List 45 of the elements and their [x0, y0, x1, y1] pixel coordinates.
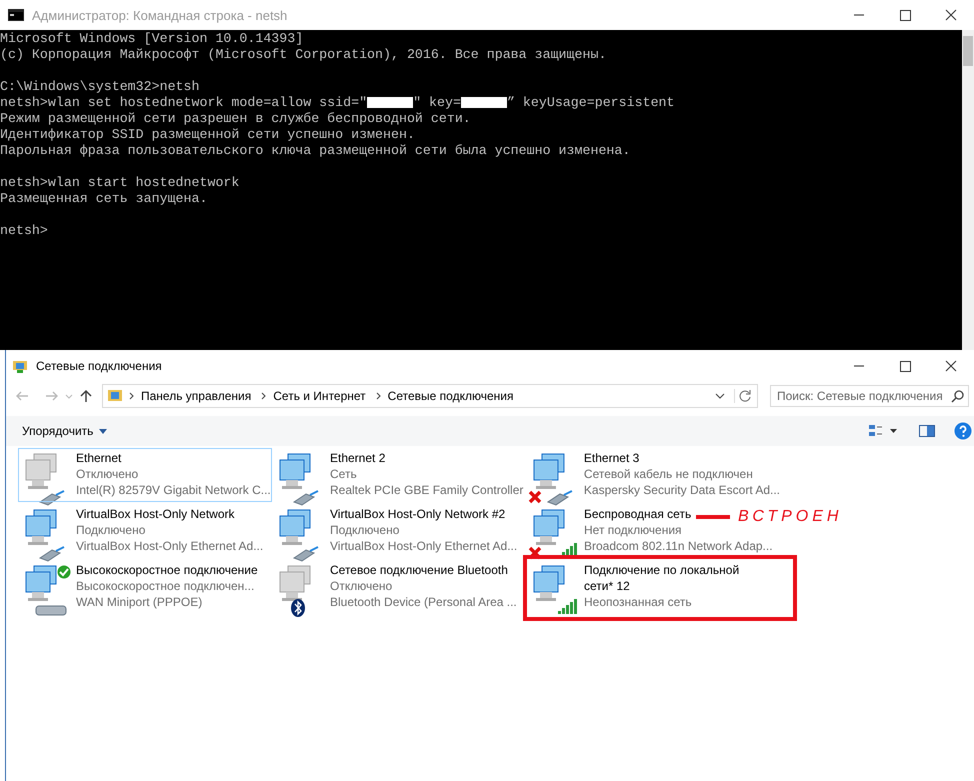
breadcrumb-item[interactable]: Панель управления: [141, 389, 252, 403]
console-text: Режим размещенной сети разрешен в службе беспроводной сети.: [0, 111, 471, 127]
connection-status: Отключено: [330, 578, 392, 594]
handwritten-note: ВСТРОЕН: [738, 508, 842, 526]
connection-status: Высокоскоростное подключен...: [76, 578, 254, 594]
console-text: (c) Корпорация Майкрософт (Microsoft Corporation), 2016. Все права защищены.: [0, 47, 606, 63]
device-name: VirtualBox Host-Only Ethernet Ad...: [76, 538, 264, 554]
device-name: VirtualBox Host-Only Ethernet Ad...: [330, 538, 518, 554]
breadcrumb-item[interactable]: Сетевые подключения: [388, 389, 514, 403]
address-bar[interactable]: Панель управления Сеть и Интернет Сетевые подключения: [102, 384, 758, 408]
console-text: Размещенная сеть запущена.: [0, 191, 208, 207]
organize-button[interactable]: Упорядочить: [18, 422, 112, 440]
window-title: Сетевые подключения: [36, 359, 163, 373]
device-name: Broadcom 802.11n Network Adap...: [584, 538, 773, 554]
connection-status: Неопознанная сеть: [584, 594, 692, 610]
device-name: WAN Miniport (PPPOE): [76, 594, 202, 610]
connection-status: Подключено: [330, 522, 400, 538]
console-text: Парольная фраза пользовательского ключа размещенной сети была успешно изменена.: [0, 143, 630, 159]
connection-name[interactable]: Высокоскоростное подключение: [76, 562, 258, 578]
device-name: Realtek PCIe GBE Family Controller: [330, 482, 524, 498]
connection-status: Подключено: [76, 522, 146, 538]
connection-status: Нет подключения: [584, 522, 682, 538]
console-text: netsh>: [0, 223, 48, 239]
connection-name[interactable]: Подключение по локальной сети* 12: [584, 562, 744, 594]
console-text: netsh>wlan start hostednetwork: [0, 175, 240, 191]
breadcrumb-item[interactable]: Сеть и Интернет: [273, 389, 366, 403]
connection-name[interactable]: Ethernet 3: [584, 450, 640, 466]
console-text: C:\Windows\system32>netsh: [0, 79, 200, 95]
window-title: Администратор: Командная строка - netsh: [32, 8, 288, 22]
console-text: " key=: [413, 95, 461, 111]
connection-status: Сетевой кабель не подключен: [584, 466, 753, 482]
console-text: ” keyUsage=persistent: [506, 95, 675, 111]
console-text: Microsoft Windows [Version 10.0.14393]: [0, 31, 304, 47]
connection-name[interactable]: Беспроводная сеть: [584, 506, 692, 522]
connection-name[interactable]: VirtualBox Host-Only Network: [76, 506, 234, 522]
device-name: Intel(R) 82579V Gigabit Network C...: [76, 482, 271, 498]
device-name: Bluetooth Device (Personal Area ...: [330, 594, 517, 610]
search-field[interactable]: Поиск: Сетевые подключения: [770, 385, 969, 407]
connection-status: Отключено: [76, 466, 138, 482]
connection-status: Сеть: [330, 466, 357, 482]
device-name: Kaspersky Security Data Escort Ad...: [584, 482, 780, 498]
console-text: netsh>wlan set hostednetwork mode=allow ssid=": [0, 95, 368, 111]
connection-name[interactable]: VirtualBox Host-Only Network #2: [330, 506, 506, 522]
console-text: Идентификатор SSID размещенной сети успешно изменен.: [0, 127, 415, 143]
connection-name[interactable]: Ethernet 2: [330, 450, 386, 466]
